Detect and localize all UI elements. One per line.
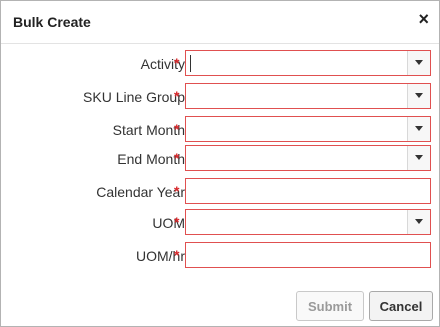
calendar-year-input[interactable] <box>185 178 431 204</box>
uom-hr-row: UOM/hr * <box>1 242 439 270</box>
calendar-year-row: Calendar Year * <box>1 178 439 206</box>
submit-button[interactable]: Submit <box>296 291 364 321</box>
required-marker: * <box>174 121 180 137</box>
required-marker: * <box>174 247 180 263</box>
required-marker: * <box>174 150 180 166</box>
activity-row: Activity * <box>1 50 439 78</box>
end-month-row: End Month * <box>1 145 439 173</box>
bulk-create-dialog: Bulk Create × Activity * SKU Line Group … <box>0 0 440 327</box>
chevron-down-icon[interactable] <box>407 117 430 141</box>
uom-row: UOM * <box>1 209 439 237</box>
uom-label: UOM <box>152 215 185 231</box>
required-marker: * <box>174 183 180 199</box>
sku-line-group-select[interactable] <box>185 83 431 109</box>
sku-line-group-label: SKU Line Group <box>83 89 185 105</box>
start-month-select[interactable] <box>185 116 431 142</box>
uom-hr-input[interactable] <box>185 242 431 268</box>
chevron-down-icon[interactable] <box>407 51 430 75</box>
end-month-select[interactable] <box>185 145 431 171</box>
cancel-button[interactable]: Cancel <box>369 291 433 321</box>
text-cursor <box>190 55 191 72</box>
dialog-titlebar: Bulk Create × <box>1 1 439 44</box>
uom-select[interactable] <box>185 209 431 235</box>
chevron-down-icon[interactable] <box>407 210 430 234</box>
chevron-down-icon[interactable] <box>407 84 430 108</box>
activity-select[interactable] <box>185 50 431 76</box>
close-icon[interactable]: × <box>418 9 429 29</box>
required-marker: * <box>174 88 180 104</box>
start-month-row: Start Month * <box>1 116 439 144</box>
sku-line-group-row: SKU Line Group * <box>1 83 439 111</box>
required-marker: * <box>174 214 180 230</box>
required-marker: * <box>174 55 180 71</box>
calendar-year-label: Calendar Year <box>96 184 185 200</box>
chevron-down-icon[interactable] <box>407 146 430 170</box>
dialog-title: Bulk Create <box>13 14 91 30</box>
